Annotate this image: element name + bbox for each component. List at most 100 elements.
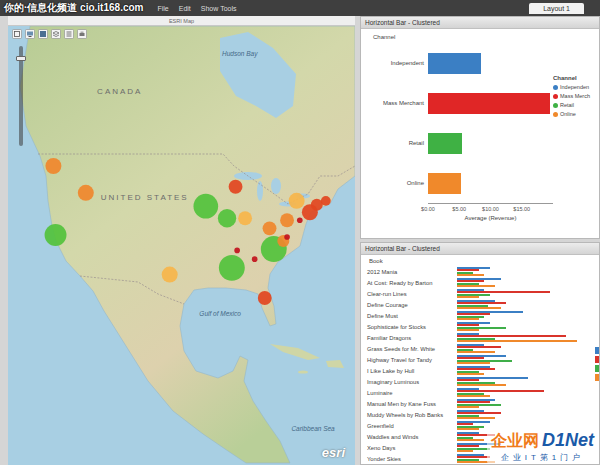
bar-row: Define Courage: [367, 299, 599, 310]
map-panel: ESRI Map Hudson BayCANADAUNITED STATESGu…: [8, 16, 355, 465]
bar[interactable]: [457, 417, 495, 419]
legend-swatch[interactable]: [595, 356, 600, 363]
legend-swatch[interactable]: [595, 347, 600, 354]
pan-icon[interactable]: [25, 29, 35, 39]
tick-label: $10.00: [482, 206, 499, 212]
category-label: Luminaire: [367, 390, 457, 396]
island: [326, 360, 344, 368]
category-label: Waddles and Winds: [367, 434, 457, 440]
bar[interactable]: [457, 428, 479, 430]
bar-cluster: [457, 322, 599, 332]
value-axis: $0.00$5.00$10.00$15.00: [365, 203, 553, 215]
map-marker[interactable]: [218, 209, 236, 227]
legend-swatch[interactable]: [595, 365, 600, 372]
legend-dot: [553, 112, 558, 117]
map-marker[interactable]: [45, 224, 67, 246]
map-marker[interactable]: [238, 211, 252, 225]
bar-cluster: [457, 410, 599, 420]
bar-row: Online: [365, 163, 553, 203]
map-marker[interactable]: [234, 248, 240, 254]
map-label: Hudson Bay: [222, 50, 258, 58]
zoom-handle[interactable]: [16, 56, 26, 61]
map-marker[interactable]: [277, 235, 289, 247]
legend-dot: [553, 94, 558, 99]
category-axis-title: Channel: [365, 31, 553, 43]
legend-icon[interactable]: [64, 29, 74, 39]
footer-watermark: 企业网 D1Net 企业IT第1门户: [487, 429, 598, 464]
map-title-bar: ESRI Map: [8, 16, 355, 26]
select-icon[interactable]: [12, 29, 22, 39]
legend: Channel Independen Mass Merch Retail Onl…: [553, 31, 599, 238]
bar-track: [428, 133, 553, 154]
panel-title-bar: Horizontal Bar - Clustered: [361, 17, 599, 29]
bar[interactable]: [428, 173, 461, 194]
bar[interactable]: [457, 318, 479, 320]
bar[interactable]: [457, 307, 501, 309]
bar[interactable]: [457, 351, 495, 353]
map-marker[interactable]: [193, 194, 218, 219]
bar[interactable]: [457, 274, 484, 276]
map-marker[interactable]: [284, 234, 290, 240]
bar[interactable]: [457, 340, 577, 342]
bar-row: Define Must: [367, 310, 599, 321]
legend-label: Retail: [560, 102, 574, 108]
map-marker[interactable]: [252, 256, 258, 262]
map-marker[interactable]: [258, 291, 272, 305]
legend-item[interactable]: Online: [553, 111, 599, 117]
bar[interactable]: [457, 384, 506, 386]
category-label: Clear-run Lines: [367, 291, 457, 297]
zoom-slider[interactable]: [17, 46, 25, 146]
land: [20, 26, 355, 463]
bar-track: [428, 93, 553, 114]
bar-cluster: [457, 278, 599, 288]
print-icon[interactable]: [77, 29, 87, 39]
basemap-icon[interactable]: [38, 29, 48, 39]
map-marker[interactable]: [219, 255, 245, 281]
menu-item[interactable]: File: [157, 5, 168, 12]
app-window: 你的·信息化频道 cio.it168.com FileEditShow Tool…: [0, 0, 600, 465]
bar[interactable]: [457, 329, 479, 331]
bar[interactable]: [457, 362, 490, 364]
bar-row: Grass Seeds for Mr. White: [367, 343, 599, 354]
map-toolbar: [12, 29, 87, 39]
category-label: Sophisticate for Stocks: [367, 324, 457, 330]
category-label: Highway Travel for Tandy: [367, 357, 457, 363]
bar-list: Independent Mass Merchant Retail Online: [365, 43, 553, 203]
bar[interactable]: [428, 133, 462, 154]
map-marker[interactable]: [162, 267, 178, 283]
legend-item[interactable]: Retail: [553, 102, 599, 108]
legend-swatch[interactable]: [595, 374, 600, 381]
map-marker[interactable]: [78, 185, 94, 201]
category-label: At Cost: Ready by Barton: [367, 280, 457, 286]
map-label: UNITED STATES: [101, 193, 189, 202]
legend-item[interactable]: Independen: [553, 84, 599, 90]
bar[interactable]: [457, 450, 473, 452]
bar[interactable]: [457, 406, 479, 408]
legend: [595, 347, 600, 381]
map-marker[interactable]: [263, 221, 277, 235]
layers-icon[interactable]: [51, 29, 61, 39]
menu-item[interactable]: Show Tools: [201, 5, 237, 12]
menu-item[interactable]: Edit: [179, 5, 191, 12]
island: [298, 370, 308, 373]
map-marker[interactable]: [229, 180, 243, 194]
bar[interactable]: [428, 53, 481, 74]
map-canvas[interactable]: Hudson BayCANADAUNITED STATESGulf of Mex…: [8, 26, 355, 465]
bar[interactable]: [457, 285, 495, 287]
border-line: [38, 154, 355, 204]
map-marker[interactable]: [289, 193, 305, 209]
map[interactable]: Hudson BayCANADAUNITED STATESGulf of Mex…: [8, 26, 355, 465]
bar[interactable]: [457, 373, 484, 375]
tick-label: $15.00: [513, 206, 530, 212]
bar[interactable]: [428, 93, 550, 114]
bar-row: At Cost: Ready by Barton: [367, 277, 599, 288]
legend-item[interactable]: Mass Merch: [553, 93, 599, 99]
bar[interactable]: [457, 296, 479, 298]
map-marker[interactable]: [280, 213, 294, 227]
bar[interactable]: [457, 395, 490, 397]
map-marker[interactable]: [297, 217, 303, 223]
map-marker[interactable]: [45, 158, 61, 174]
bar[interactable]: [457, 439, 484, 441]
map-marker[interactable]: [321, 196, 331, 206]
layout-tab[interactable]: Layout 1: [529, 3, 584, 14]
